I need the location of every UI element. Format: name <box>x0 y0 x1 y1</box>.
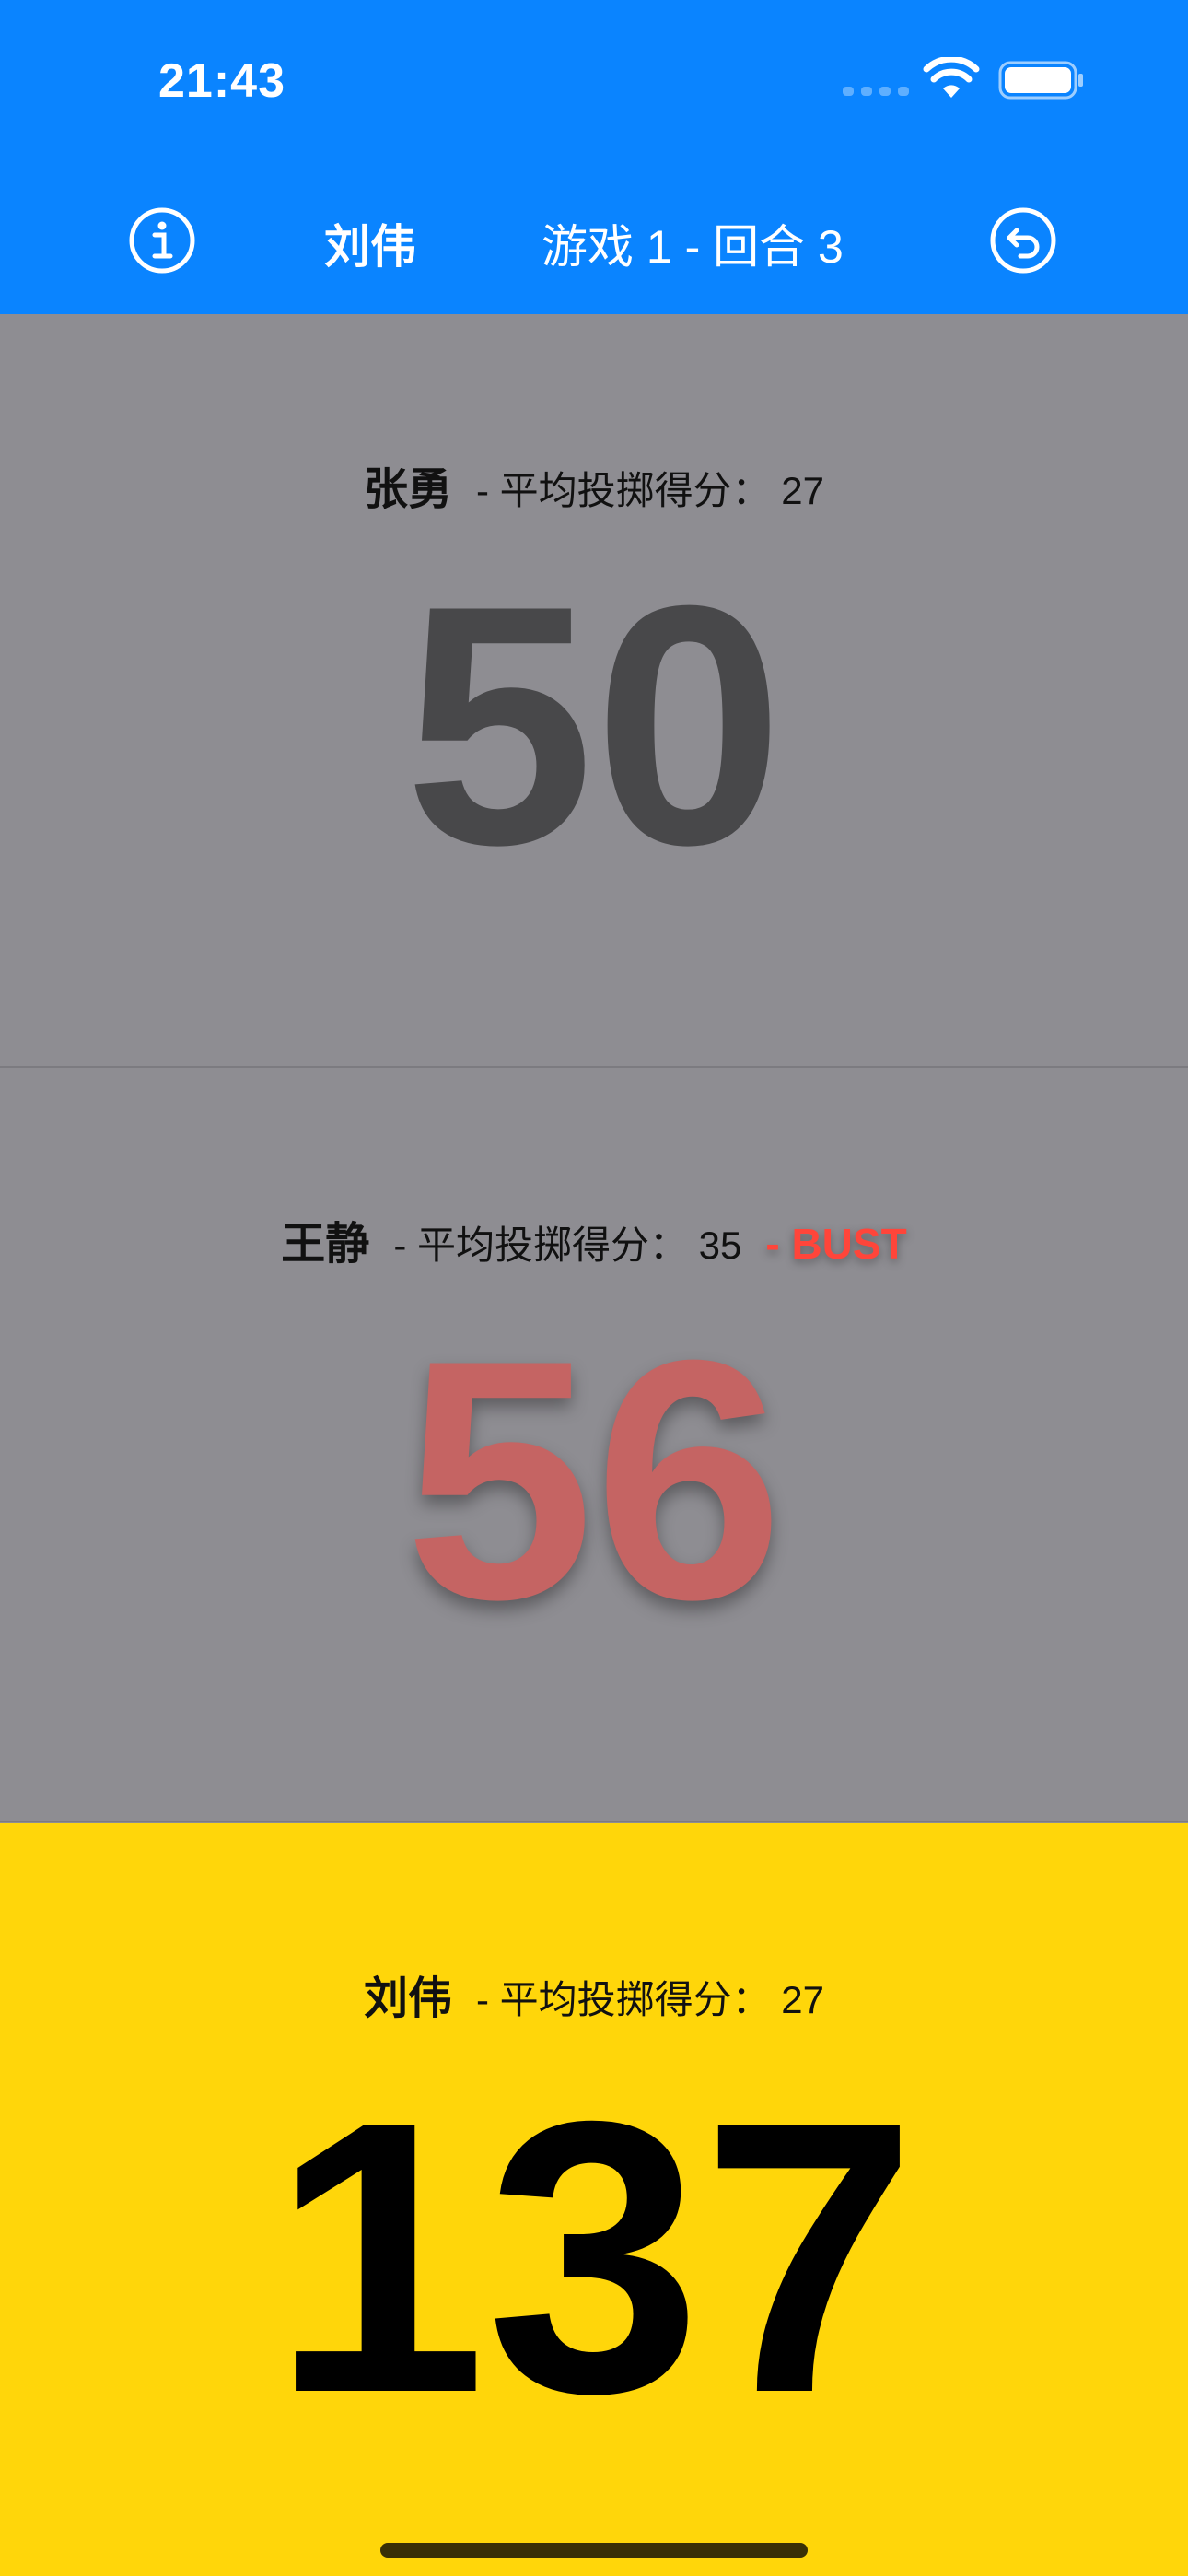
player-score: 50 <box>404 535 784 916</box>
player-average: - 平均投掷得分： 27 <box>475 469 825 512</box>
status-time: 21:43 <box>158 54 285 108</box>
header: 21:43 刘伟 游戏 1 - 回合 3 <box>0 0 1188 314</box>
player-panel[interactable]: 王静 - 平均投掷得分： 35 - BUST 56 <box>0 1069 1188 1822</box>
active-player-panel[interactable]: 刘伟 - 平均投掷得分： 27 137 <box>0 1823 1188 2576</box>
current-player-name: 刘伟 <box>324 221 416 273</box>
wifi-icon <box>923 57 980 98</box>
bust-label: - BUST <box>765 1220 907 1268</box>
info-button[interactable] <box>126 205 198 276</box>
player-info-line: 张勇 - 平均投掷得分： 27 <box>0 452 1188 517</box>
home-indicator[interactable] <box>380 2543 808 2558</box>
info-circle-icon <box>129 207 195 274</box>
player-name: 张勇 <box>363 465 452 514</box>
undo-button[interactable] <box>987 205 1059 276</box>
cellular-signal-icon <box>843 87 909 96</box>
player-name: 刘伟 <box>363 1974 452 2023</box>
undo-arrow-icon <box>990 207 1056 274</box>
player-average: - 平均投掷得分： 35 <box>393 1224 742 1267</box>
player-name: 王静 <box>281 1220 370 1269</box>
battery-icon <box>998 61 1083 100</box>
scoreboard-screen: 21:43 刘伟 游戏 1 - 回合 3 张勇 - 平均投掷得分： 27 50 … <box>0 0 1188 2576</box>
player-score: 137 <box>271 2042 917 2474</box>
game-round-label: 游戏 1 - 回合 3 <box>542 221 844 273</box>
player-score: 56 <box>404 1290 784 1670</box>
player-info-line: 刘伟 - 平均投掷得分： 27 <box>0 1961 1188 2026</box>
player-average: - 平均投掷得分： 27 <box>475 1978 825 2021</box>
player-panel[interactable]: 张勇 - 平均投掷得分： 27 50 <box>0 314 1188 1068</box>
player-info-line: 王静 - 平均投掷得分： 35 - BUST <box>0 1207 1188 1271</box>
